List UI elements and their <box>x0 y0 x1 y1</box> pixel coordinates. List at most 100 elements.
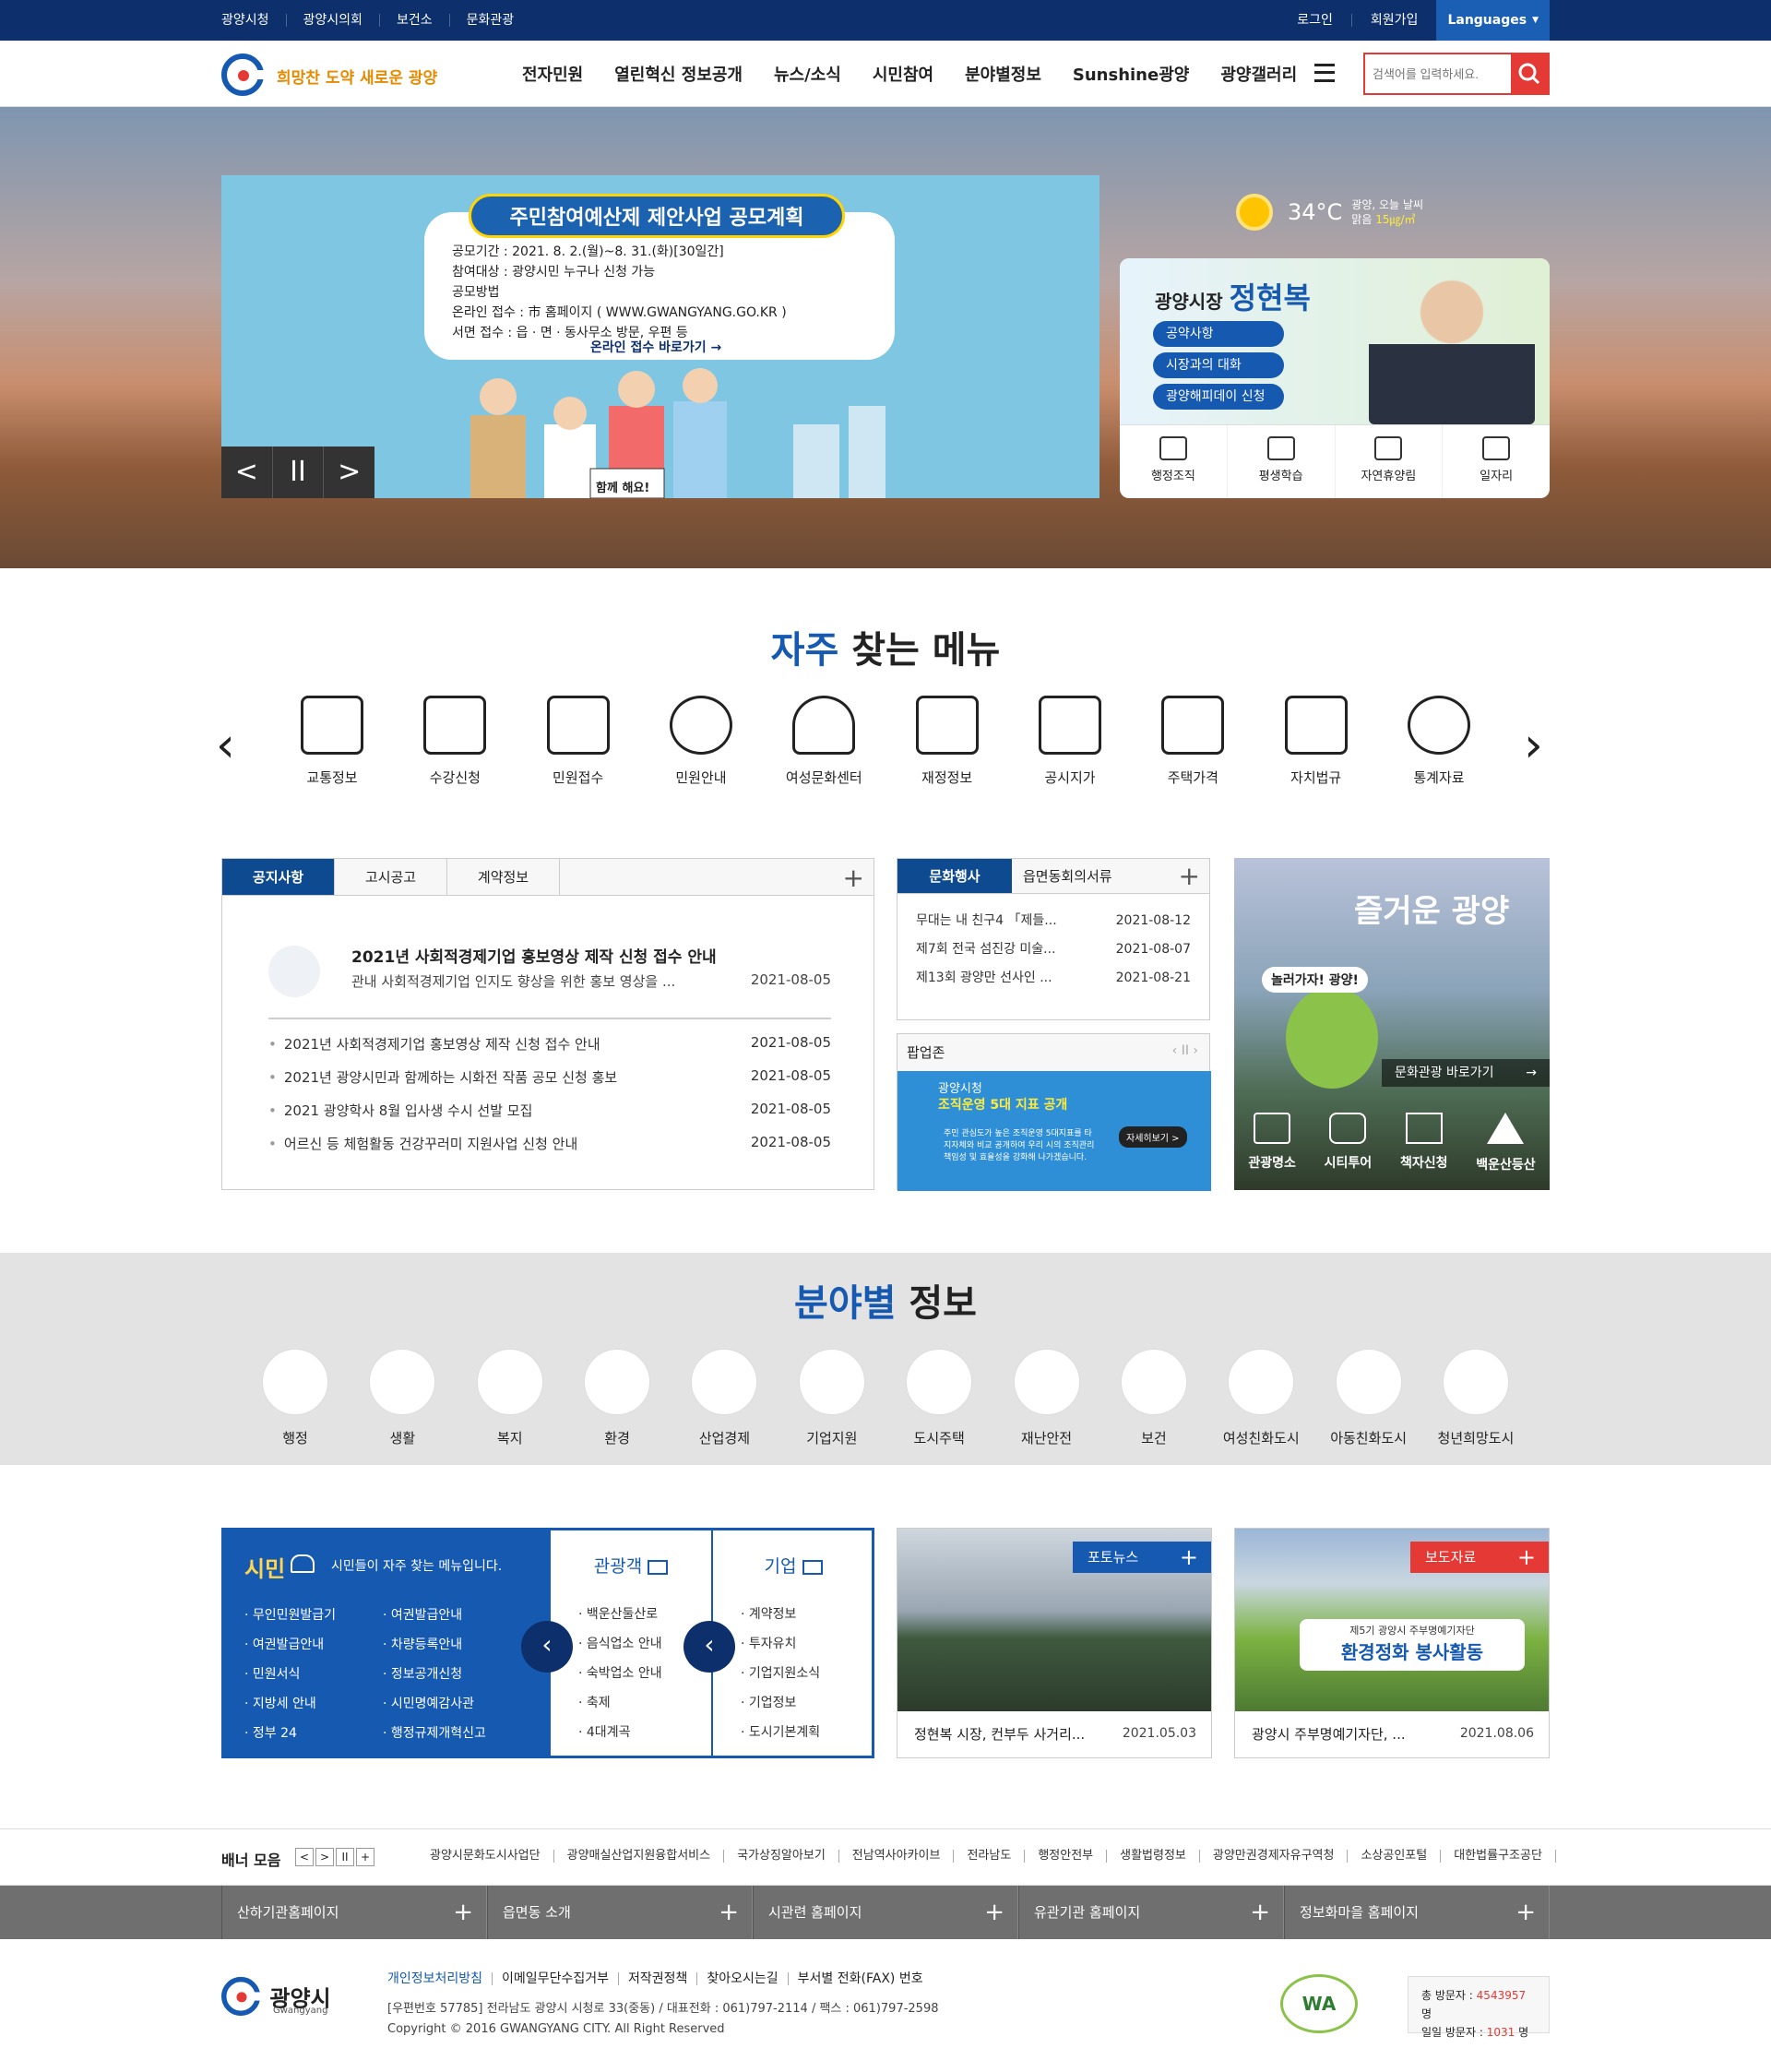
link-city-hall[interactable]: 광양시청 <box>221 14 287 27</box>
banner-pause[interactable]: II <box>336 1848 354 1866</box>
banner-pause-button[interactable]: II <box>273 447 325 498</box>
business-link[interactable]: · 계약정보 <box>741 1600 874 1629</box>
quick-land-price[interactable]: 공시지가 <box>1015 696 1125 806</box>
related-site-city[interactable]: 시관련 홈페이지 + <box>753 1886 1018 1939</box>
quick-civil-apply[interactable]: 민원접수 <box>523 696 634 806</box>
mayor-link-learning[interactable]: 평생학습 <box>1228 425 1336 498</box>
link-health-center[interactable]: 보건소 <box>380 14 450 27</box>
business-link[interactable]: · 투자유치 <box>741 1629 874 1659</box>
plus-icon[interactable]: + <box>1180 1542 1198 1573</box>
plus-icon[interactable]: + <box>1517 1542 1536 1573</box>
citizen-link[interactable]: · 지방세 안내 <box>244 1689 336 1719</box>
citizen-link[interactable]: · 차량등록안내 <box>383 1630 486 1660</box>
banner-link[interactable]: 광양시문화도시사업단 <box>417 1850 554 1863</box>
tab-culture-event[interactable]: 문화행사 <box>897 859 1012 893</box>
privacy-policy-link[interactable]: 개인정보처리방침 <box>387 1972 493 1985</box>
popup-banner[interactable]: 광양시청 조직운영 5대 지표 공개 주민 관심도가 높은 조직운영 5대지표를… <box>897 1071 1211 1191</box>
list-item[interactable]: 2021년 광양시민과 함께하는 시화전 작품 공모 신청 홍보2021-08-… <box>268 1067 831 1101</box>
search-button[interactable] <box>1511 54 1548 93</box>
nav-field-info[interactable]: 분야별정보 <box>965 62 1041 86</box>
popup-controls[interactable]: ‹ II › <box>1172 1043 1198 1058</box>
login-link[interactable]: 로그인 <box>1278 14 1352 27</box>
citizen-link[interactable]: · 정보공개신청 <box>383 1660 486 1689</box>
related-site-villages[interactable]: 정보화마을 홈페이지 + <box>1284 1886 1550 1939</box>
banner-link[interactable]: 소상공인포털 <box>1348 1850 1442 1863</box>
related-site-affiliates[interactable]: 산하기관홈페이지 + <box>221 1886 487 1939</box>
list-item[interactable]: 제7회 전국 섬진강 미술... 2021-08-07 <box>897 935 1209 964</box>
citizen-link[interactable]: · 여권발급안내 <box>244 1630 336 1660</box>
banner-next[interactable]: > <box>315 1848 334 1866</box>
mayor-link-forest[interactable]: 자연휴양림 <box>1336 425 1444 498</box>
related-site-agencies[interactable]: 유관기관 홈페이지 + <box>1018 1886 1284 1939</box>
banner-link[interactable]: 광양만권경제자유구역청 <box>1200 1850 1349 1863</box>
quick-house-price[interactable]: 주택가격 <box>1137 696 1248 806</box>
citizen-link[interactable]: · 여권발급안내 <box>383 1601 486 1630</box>
photo-news-card[interactable]: 포토뉴스 + 정현복 시장, 컨부두 사거리... 2021.05.03 <box>897 1528 1212 1758</box>
banner-prev-button[interactable]: < <box>221 447 273 498</box>
banner-link[interactable]: 광양매실산업지원융합서비스 <box>554 1850 725 1863</box>
citizen-link[interactable]: · 행정규제개혁신고 <box>383 1719 486 1748</box>
nav-open-info[interactable]: 열린혁신 정보공개 <box>614 62 743 86</box>
tab-contract[interactable]: 계약정보 <box>447 859 560 895</box>
field-welfare[interactable]: 복지 <box>464 1349 556 1447</box>
tour-shortcut-button[interactable]: 문화관광 바로가기 → <box>1382 1059 1550 1087</box>
nav-news[interactable]: 뉴스/소식 <box>774 62 841 86</box>
field-admin[interactable]: 행정 <box>249 1349 341 1447</box>
banner-link[interactable]: 전라남도 <box>954 1850 1026 1863</box>
mayor-link-org[interactable]: 행정조직 <box>1120 425 1228 498</box>
directions-link[interactable]: 찾아오시는길 <box>697 1972 789 1985</box>
mayor-dialogue-button[interactable]: 시장과의 대화 <box>1153 352 1284 378</box>
citizen-tab-toggle-button[interactable]: ‹ <box>521 1621 573 1673</box>
field-safety[interactable]: 재난안전 <box>1001 1349 1093 1447</box>
menu-icon[interactable] <box>1314 64 1335 82</box>
tourist-link[interactable]: · 4대계곡 <box>578 1718 711 1747</box>
list-item[interactable]: 어르신 등 체험활동 건강꾸러미 지원사업 신청 안내2021-08-05 <box>268 1134 831 1167</box>
banner-link[interactable]: 국가상징알아보기 <box>724 1850 839 1863</box>
link-city-council[interactable]: 광양시의회 <box>287 14 380 27</box>
tab-meeting-docs[interactable]: 읍면동회의서류 <box>1012 859 1123 893</box>
banner-link[interactable]: 대한법률구조공단 <box>1441 1850 1556 1863</box>
search-input[interactable] <box>1365 54 1504 93</box>
quick-civil-guide[interactable]: 민원안내 <box>646 696 756 806</box>
tour-spots[interactable]: 관광명소 <box>1248 1113 1296 1173</box>
nav-gallery[interactable]: 광양갤러리 <box>1220 62 1297 86</box>
citizen-link[interactable]: · 민원서식 <box>244 1660 336 1689</box>
list-item[interactable]: 2021 광양학사 8월 입사생 수시 선발 모집2021-08-05 <box>268 1101 831 1134</box>
tour-hiking[interactable]: 백운산등산 <box>1476 1113 1536 1173</box>
business-link[interactable]: · 도시기본계획 <box>741 1718 874 1747</box>
tourist-tab-toggle-button[interactable]: ‹ <box>683 1621 735 1673</box>
related-site-towns[interactable]: 읍면동 소개 + <box>487 1886 753 1939</box>
department-phone-link[interactable]: 부서별 전화(FAX) 번호 <box>789 1972 933 1985</box>
culture-more-button[interactable]: + <box>1179 861 1200 891</box>
nav-sunshine[interactable]: Sunshine광양 <box>1073 62 1189 86</box>
field-living[interactable]: 생활 <box>356 1349 448 1447</box>
banner-more[interactable]: + <box>356 1848 374 1866</box>
field-youth[interactable]: 청년희망도시 <box>1430 1349 1522 1447</box>
tour-brochure[interactable]: 책자신청 <box>1400 1113 1447 1173</box>
field-economy[interactable]: 산업경제 <box>678 1349 770 1447</box>
quick-finance[interactable]: 재정정보 <box>892 696 1003 806</box>
citizen-link[interactable]: · 무인민원발급기 <box>244 1601 336 1630</box>
field-children[interactable]: 아동친화도시 <box>1323 1349 1415 1447</box>
email-policy-link[interactable]: 이메일무단수집거부 <box>493 1972 619 1985</box>
banner-link[interactable]: 행정안전부 <box>1025 1850 1108 1863</box>
tour-city-tour[interactable]: 시티투어 <box>1325 1113 1372 1173</box>
banner-prev[interactable]: < <box>295 1848 314 1866</box>
nav-participation[interactable]: 시민참여 <box>873 62 933 86</box>
quick-women-center[interactable]: 여성문화센터 <box>768 696 879 806</box>
mayor-pledge-button[interactable]: 공약사항 <box>1153 321 1284 347</box>
list-item[interactable]: 2021년 사회적경제기업 홍보영상 제작 신청 접수 안내2021-08-05 <box>268 1034 831 1067</box>
quick-prev-arrow[interactable]: ‹ <box>216 718 235 773</box>
tab-announcement[interactable]: 고시공고 <box>335 859 447 895</box>
quick-course[interactable]: 수강신청 <box>399 696 510 806</box>
tourist-link[interactable]: · 축제 <box>578 1688 711 1718</box>
business-link[interactable]: · 기업정보 <box>741 1688 874 1718</box>
mayor-link-jobs[interactable]: 일자리 <box>1443 425 1550 498</box>
field-housing[interactable]: 도시주택 <box>893 1349 985 1447</box>
tour-panel[interactable]: 즐거운 광양 놀러가자! 광양! 문화관광 바로가기 → 관광명소 시티투어 책… <box>1234 858 1550 1190</box>
tourist-link[interactable]: · 백운산둘산로 <box>578 1600 711 1629</box>
popup-more-button[interactable]: 자세히보기 > <box>1119 1126 1187 1148</box>
field-business[interactable]: 기업지원 <box>786 1349 878 1447</box>
list-item[interactable]: 제13회 광양만 선사인 ... 2021-08-21 <box>897 964 1209 993</box>
quick-next-arrow[interactable]: › <box>1524 718 1543 773</box>
